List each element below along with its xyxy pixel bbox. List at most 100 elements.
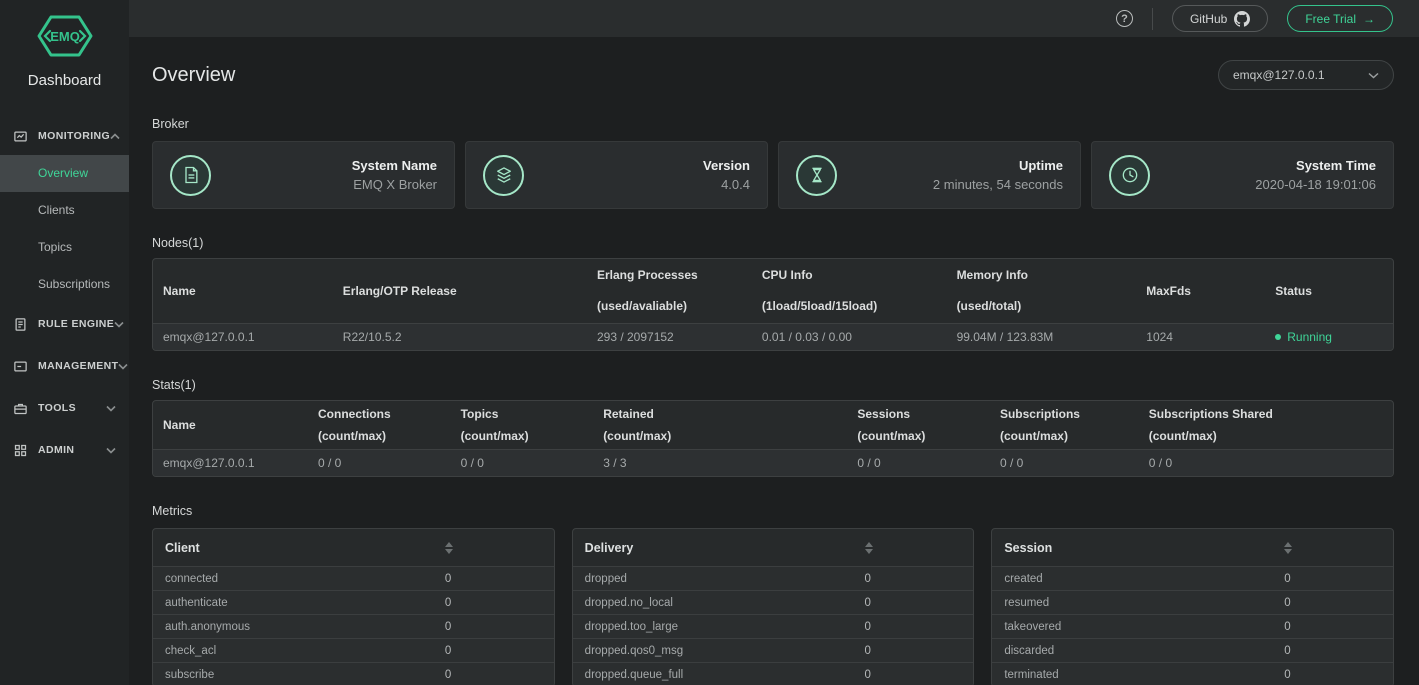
metric-row: check_acl 0	[153, 638, 554, 662]
metrics-delivery-header: Delivery	[584, 540, 634, 555]
sidebar-group-label: RULE ENGINE	[38, 318, 115, 330]
hourglass-icon	[796, 154, 837, 196]
sort-icon[interactable]	[444, 541, 453, 554]
stats-topics-cell: 0 / 0	[450, 448, 594, 476]
metric-row: resumed 0	[992, 590, 1394, 614]
metric-row: dropped.queue_full 0	[572, 662, 974, 685]
topbar-divider	[1151, 7, 1153, 30]
chevron-down-icon	[114, 315, 124, 333]
stats-table: Name Connections (count/max) Topics (count…	[152, 400, 1394, 477]
card-value: 2020-04-18 19:01:06	[1255, 176, 1376, 192]
arrow-right-icon: →	[1363, 11, 1375, 26]
sidebar-group-admin[interactable]: ADMIN	[0, 429, 129, 471]
sidebar: EMQ Dashboard MONITORING Overview Client…	[0, 0, 129, 685]
stats-sessions-cell: 0 / 0	[847, 448, 990, 476]
sidebar-item-overview[interactable]: Overview	[0, 155, 129, 192]
metrics-tables: Client connected 0 authenticate 0 auth.ano…	[152, 528, 1395, 685]
sidebar-group-label: MANAGEMENT	[38, 360, 119, 372]
sidebar-item-topics[interactable]: Topics	[0, 229, 129, 266]
card-title: Version	[703, 157, 750, 173]
nodes-col-name: Name	[163, 283, 196, 298]
metrics-client-header: Client	[165, 540, 200, 555]
briefcase-icon	[13, 401, 28, 416]
app-title: Dashboard	[27, 72, 102, 89]
sidebar-item-clients[interactable]: Clients	[0, 192, 129, 229]
card-value: EMQ X Broker	[353, 176, 437, 192]
card-title: System Time	[1296, 157, 1376, 173]
sidebar-group-monitoring[interactable]: MONITORING	[0, 117, 129, 155]
stats-col-subscriptions: Subscriptions (count/max)	[999, 406, 1080, 443]
stats-col-connections: Connections (count/max)	[318, 406, 391, 443]
metric-row: discarded 0	[992, 638, 1394, 662]
metric-row: terminated 0	[992, 662, 1394, 685]
metrics-table-delivery: Delivery dropped 0 dropped.no_local 0 drop…	[571, 528, 975, 685]
metric-row: auth.anonymous 0	[153, 614, 554, 638]
metric-row: created 0	[992, 566, 1394, 590]
page-title: Overview	[152, 63, 236, 86]
nodes-header-row: Name Erlang/OTP Release Erlang Processes…	[153, 259, 1393, 323]
status-dot-icon	[1275, 334, 1282, 341]
github-button-label: GitHub	[1189, 11, 1228, 26]
topbar: ? GitHub Free Trial →	[129, 0, 1419, 37]
card-value: 4.0.4	[721, 176, 750, 192]
sidebar-item-subscriptions[interactable]: Subscriptions	[0, 266, 129, 303]
stats-subscriptions-cell: 0 / 0	[989, 448, 1139, 476]
node-otp-cell: R22/10.5.2	[332, 322, 587, 350]
stats-header-row: Name Connections (count/max) Topics (count…	[153, 401, 1393, 449]
metric-row: connected 0	[153, 566, 554, 590]
document-icon	[170, 154, 211, 196]
emq-logo-icon: EMQ	[37, 15, 92, 57]
node-select[interactable]: emqx@127.0.0.1	[1218, 60, 1394, 90]
github-button[interactable]: GitHub	[1171, 5, 1269, 32]
nodes-col-status: Status	[1275, 283, 1312, 298]
sort-icon[interactable]	[1284, 541, 1293, 554]
stats-name-cell: emqx@127.0.0.1	[153, 448, 308, 476]
metric-row: subscribe 0	[153, 662, 554, 685]
stats-retained-cell: 3 / 3	[593, 448, 848, 476]
panel-icon	[13, 359, 28, 374]
help-icon[interactable]: ?	[1115, 10, 1133, 27]
metrics-session-header: Session	[1004, 540, 1053, 555]
node-name-cell: emqx@127.0.0.1	[153, 322, 333, 350]
stats-col-subscriptions-shared: Subscriptions Shared (count/max)	[1148, 406, 1273, 443]
nodes-table: Name Erlang/OTP Release Erlang Processes…	[152, 258, 1394, 351]
stats-col-sessions: Sessions (count/max)	[857, 406, 926, 443]
nodes-col-maxfds: MaxFds	[1146, 283, 1191, 298]
github-icon	[1234, 10, 1251, 27]
metric-row: dropped.no_local 0	[572, 590, 974, 614]
clock-icon	[1109, 154, 1150, 196]
nodes-col-otp: Erlang/OTP Release	[342, 283, 457, 298]
nodes-col-processes: Erlang Processes (used/avaliable)	[596, 268, 698, 314]
metrics-table-client: Client connected 0 authenticate 0 auth.ano…	[152, 528, 555, 685]
nodes-section-label: Nodes(1)	[152, 236, 204, 250]
chevron-down-icon	[106, 399, 116, 417]
node-cpu-cell: 0.01 / 0.03 / 0.00	[751, 322, 947, 350]
sidebar-nav: MONITORING Overview Clients Topics Subsc…	[0, 117, 129, 471]
chevron-down-icon	[118, 357, 128, 375]
sidebar-group-rule-engine[interactable]: RULE ENGINE	[0, 303, 129, 345]
broker-section-label: Broker	[152, 117, 189, 131]
stats-section-label: Stats(1)	[152, 378, 196, 392]
chevron-down-icon	[1368, 72, 1379, 79]
brand-block: EMQ Dashboard	[0, 0, 129, 89]
document-lines-icon	[13, 317, 28, 332]
sidebar-monitoring-items: Overview Clients Topics Subscriptions	[0, 155, 129, 303]
node-processes-cell: 293 / 2097152	[586, 322, 752, 350]
broker-cards: System Name EMQ X Broker Version 4.0.4 U…	[152, 141, 1394, 209]
sidebar-group-management[interactable]: MANAGEMENT	[0, 345, 129, 387]
monitor-chart-icon	[13, 129, 28, 144]
card-value: 2 minutes, 54 seconds	[932, 176, 1063, 192]
chevron-up-icon	[110, 127, 120, 145]
card-title: System Name	[351, 157, 437, 173]
stats-col-retained: Retained (count/max)	[603, 406, 672, 443]
free-trial-button[interactable]: Free Trial →	[1287, 5, 1393, 32]
sort-icon[interactable]	[864, 541, 873, 554]
nodes-col-memory: Memory Info (used/total)	[956, 268, 1028, 314]
card-title: Uptime	[1018, 157, 1063, 173]
metric-row: dropped 0	[572, 566, 974, 590]
stats-subscriptions-shared-cell: 0 / 0	[1138, 448, 1393, 476]
sidebar-group-tools[interactable]: TOOLS	[0, 387, 129, 429]
metric-row: dropped.qos0_msg 0	[572, 638, 974, 662]
node-maxfds-cell: 1024	[1136, 322, 1266, 350]
grid-icon	[13, 443, 28, 458]
